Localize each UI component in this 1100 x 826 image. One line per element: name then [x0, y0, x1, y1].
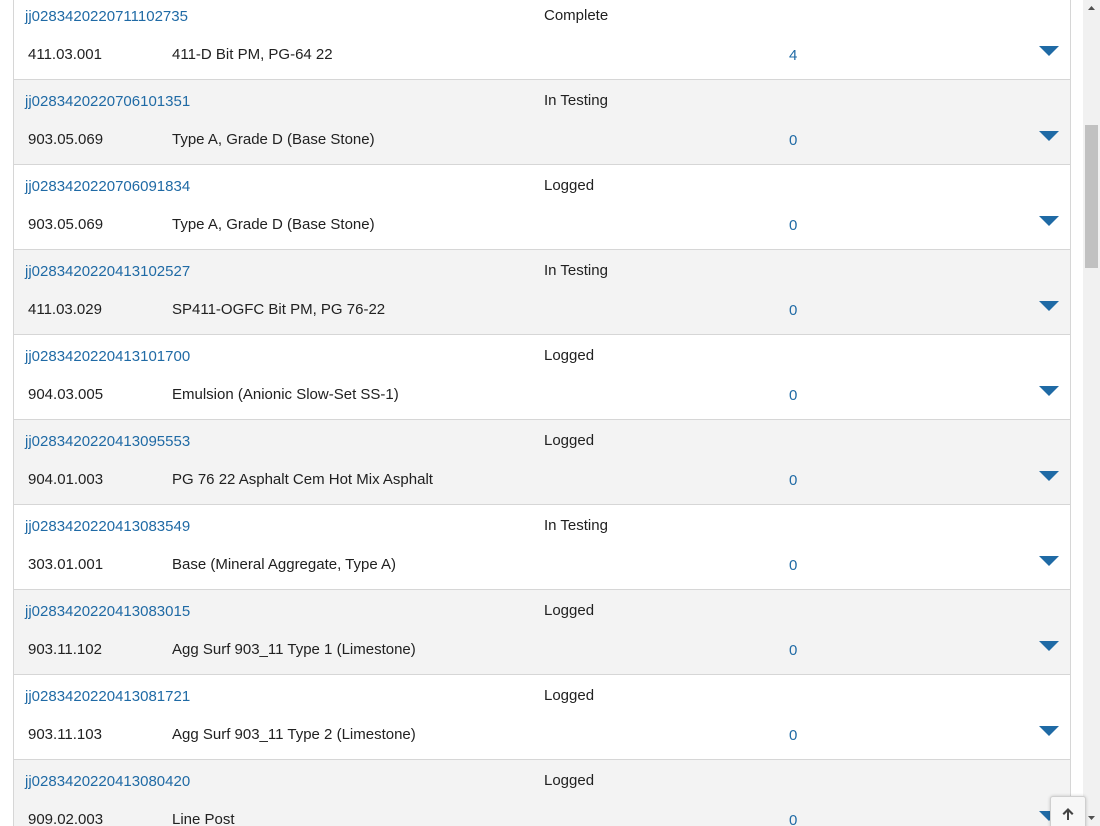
status-text: In Testing: [544, 92, 608, 109]
item-code: 904.03.005: [28, 386, 104, 403]
sample-id-link[interactable]: jj0283420220413083549: [25, 518, 190, 535]
status-text: Logged: [544, 772, 595, 789]
test-count-link[interactable]: 0: [789, 557, 797, 574]
caret-down-icon[interactable]: [1038, 724, 1060, 738]
sample-row: jj0283420220711102735 Complete 411.03.001 4…: [14, 0, 1070, 80]
sample-id-link[interactable]: jj0283420220706091834: [25, 178, 190, 195]
caret-down-icon[interactable]: [1038, 384, 1060, 398]
scrollbar-thumb[interactable]: [1085, 125, 1098, 268]
sample-id-link[interactable]: jj0283420220413101700: [25, 348, 190, 365]
sample-row: jj0283420220413083549 In Testing 303.01.00…: [14, 505, 1070, 590]
caret-down-icon[interactable]: [1038, 44, 1060, 58]
caret-down-icon[interactable]: [1038, 129, 1060, 143]
item-code: 903.11.103: [28, 726, 102, 743]
vertical-scrollbar[interactable]: [1083, 0, 1100, 826]
test-count-link[interactable]: 0: [789, 642, 797, 659]
item-description: 411-D Bit PM, PG-64 22: [172, 46, 333, 63]
sample-row: jj0283420220413083015 Logged 903.11.102 Agg…: [14, 590, 1070, 675]
sample-id-link[interactable]: jj0283420220413083015: [25, 603, 190, 620]
item-description: Line Post: [172, 811, 235, 826]
sample-id-link[interactable]: jj0283420220413095553: [25, 433, 190, 450]
item-code: 303.01.001: [28, 556, 104, 573]
test-count-link[interactable]: 0: [789, 302, 797, 319]
item-code: 903.11.102: [28, 641, 102, 658]
sample-row: jj0283420220413095553 Logged 904.01.003 PG …: [14, 420, 1070, 505]
item-description: Agg Surf 903_11 Type 1 (Limestone): [172, 641, 416, 658]
item-description: Agg Surf 903_11 Type 2 (Limestone): [172, 726, 416, 743]
item-code: 903.05.069: [28, 216, 104, 233]
caret-down-icon[interactable]: [1038, 554, 1060, 568]
test-count-link[interactable]: 0: [789, 217, 797, 234]
item-description: Type A, Grade D (Base Stone): [172, 131, 375, 148]
test-count-link[interactable]: 0: [789, 387, 797, 404]
item-description: PG 76 22 Asphalt Cem Hot Mix Asphalt: [172, 471, 433, 488]
item-description: Type A, Grade D (Base Stone): [172, 216, 375, 233]
test-count-link[interactable]: 0: [789, 472, 797, 489]
sample-id-link[interactable]: jj0283420220711102735: [25, 8, 188, 25]
status-text: Logged: [544, 602, 595, 619]
sample-row: jj0283420220413080420 Logged 909.02.003 Lin…: [14, 760, 1070, 826]
sample-row: jj0283420220413101700 Logged 904.03.005 Emu…: [14, 335, 1070, 420]
item-description: SP411-OGFC Bit PM, PG 76-22: [172, 301, 386, 318]
item-code: 903.05.069: [28, 131, 104, 148]
item-description: Base (Mineral Aggregate, Type A): [172, 556, 397, 573]
test-count-link[interactable]: 4: [789, 47, 797, 64]
sample-row: jj0283420220706101351 In Testing 903.05.06…: [14, 80, 1070, 165]
test-count-link[interactable]: 0: [789, 727, 797, 744]
status-text: Logged: [544, 347, 595, 364]
caret-down-icon[interactable]: [1038, 299, 1060, 313]
status-text: Logged: [544, 432, 595, 449]
status-text: Complete: [544, 7, 609, 24]
sample-id-link[interactable]: jj0283420220413080420: [25, 773, 190, 790]
scroll-up-arrow-icon[interactable]: [1083, 0, 1100, 17]
status-text: In Testing: [544, 262, 608, 279]
sample-row: jj0283420220706091834 Logged 903.05.069 Typ…: [14, 165, 1070, 250]
sample-list: jj0283420220711102735 Complete 411.03.001 4…: [13, 0, 1071, 826]
status-text: Logged: [544, 177, 595, 194]
viewport: jj0283420220711102735 Complete 411.03.001 4…: [0, 0, 1100, 826]
test-count-link[interactable]: 0: [789, 812, 797, 826]
sample-id-link[interactable]: jj0283420220413081721: [25, 688, 190, 705]
status-text: In Testing: [544, 517, 608, 534]
caret-down-icon[interactable]: [1038, 469, 1060, 483]
item-description: Emulsion (Anionic Slow-Set SS-1): [172, 386, 399, 403]
status-text: Logged: [544, 687, 595, 704]
sample-id-link[interactable]: jj0283420220413102527: [25, 263, 190, 280]
caret-down-icon[interactable]: [1038, 639, 1060, 653]
item-code: 411.03.001: [28, 46, 102, 63]
item-code: 411.03.029: [28, 301, 102, 318]
back-to-top-button[interactable]: [1050, 796, 1086, 826]
test-count-link[interactable]: 0: [789, 132, 797, 149]
caret-down-icon[interactable]: [1038, 214, 1060, 228]
item-code: 904.01.003: [28, 471, 104, 488]
sample-row: jj0283420220413081721 Logged 903.11.103 Agg…: [14, 675, 1070, 760]
sample-row: jj0283420220413102527 In Testing 411.03.02…: [14, 250, 1070, 335]
item-code: 909.02.003: [28, 811, 104, 826]
sample-id-link[interactable]: jj0283420220706101351: [25, 93, 190, 110]
